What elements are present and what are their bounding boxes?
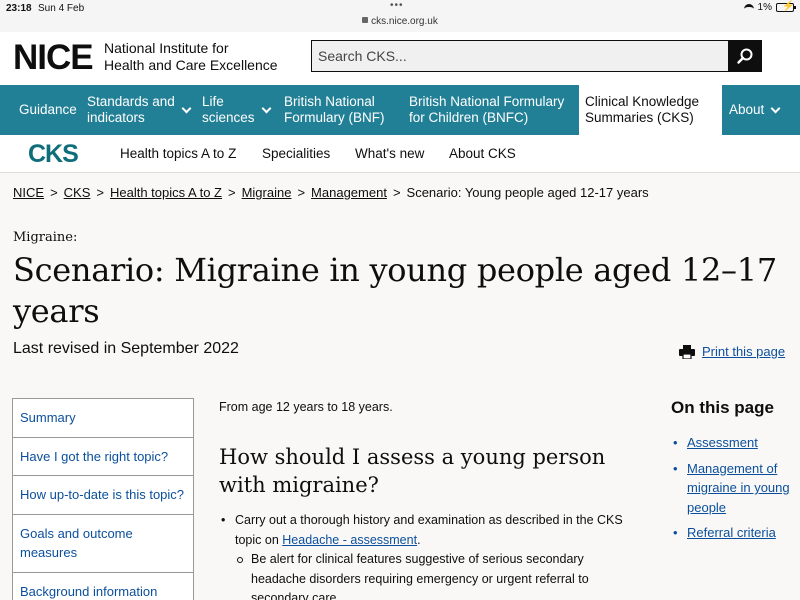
search-box bbox=[311, 40, 762, 72]
breadcrumb-separator: > bbox=[297, 185, 306, 200]
chevron-down-icon bbox=[770, 103, 781, 113]
nav-standards-line2: indicators bbox=[87, 110, 145, 125]
side-menu: Summary Have I got the right topic? How … bbox=[12, 398, 194, 600]
side-menu-background[interactable]: Background information bbox=[13, 573, 193, 600]
breadcrumb-current: Scenario: Young people aged 12-17 years bbox=[406, 185, 649, 200]
nav-cks[interactable]: Clinical Knowledge Summaries (CKS) bbox=[579, 85, 722, 135]
page-eyebrow: Migraine: bbox=[13, 230, 78, 245]
page-title: Scenario: Migraine in young people aged … bbox=[13, 251, 777, 330]
primary-nav: Guidance Standards and indicators Life sci… bbox=[0, 85, 800, 135]
nav-bnfc-line1: British National Formulary bbox=[409, 94, 565, 109]
cks-link-whats-new[interactable]: What's new bbox=[355, 146, 424, 161]
org-line-2: Health and Care Excellence bbox=[104, 57, 278, 73]
breadcrumb-nice[interactable]: NICE bbox=[13, 185, 44, 200]
side-menu-goals[interactable]: Goals and outcome measures bbox=[13, 515, 193, 573]
intro-text: From age 12 years to 18 years. bbox=[219, 400, 393, 414]
nav-bnfc-line2: for Children (BNFC) bbox=[409, 110, 529, 125]
nav-guidance[interactable]: Guidance bbox=[19, 85, 77, 135]
battery-icon: ⚡ bbox=[776, 1, 796, 12]
nav-life-line1: Life bbox=[202, 94, 224, 109]
side-menu-summary[interactable]: Summary bbox=[13, 399, 193, 438]
bullet-end: . bbox=[417, 532, 421, 547]
nav-bnf-line1: British National bbox=[284, 94, 375, 109]
otp-link-management[interactable]: Management of migraine in young people bbox=[687, 461, 790, 515]
search-input[interactable] bbox=[312, 41, 728, 71]
on-this-page-list: Assessment Management of migraine in you… bbox=[671, 433, 791, 549]
nav-about-label: About bbox=[729, 102, 765, 117]
last-revised: Last revised in September 2022 bbox=[13, 340, 239, 357]
chevron-down-icon bbox=[181, 103, 192, 113]
nav-bnf-line2: Formulary (BNF) bbox=[284, 110, 385, 125]
section-heading: How should I assess a young person with … bbox=[219, 445, 606, 497]
status-bar: 23:18 Sun 4 Feb ••• cks.nice.org.uk 1% ⚡ bbox=[0, 0, 800, 32]
nav-standards[interactable]: Standards and indicators bbox=[87, 85, 192, 135]
headache-assessment-link[interactable]: Headache - assessment bbox=[282, 533, 417, 547]
print-page-link[interactable]: Print this page bbox=[679, 344, 785, 359]
cks-link-health-topics[interactable]: Health topics A to Z bbox=[120, 146, 236, 161]
assessment-list: Carry out a thorough history and examina… bbox=[219, 511, 639, 600]
nav-life-line2: sciences bbox=[202, 110, 255, 125]
breadcrumb-health-topics[interactable]: Health topics A to Z bbox=[110, 185, 222, 200]
wifi-icon bbox=[743, 3, 754, 12]
sub-list-item: Be alert for clinical features suggestiv… bbox=[219, 550, 639, 600]
site-header: NICE National Institute for Health and C… bbox=[0, 32, 800, 85]
side-menu-up-to-date[interactable]: How up-to-date is this topic? bbox=[13, 476, 193, 515]
cks-link-specialities[interactable]: Specialities bbox=[262, 146, 330, 161]
cks-logo-text: CKS bbox=[28, 140, 78, 168]
status-time: 23:18 bbox=[6, 3, 32, 14]
breadcrumb: NICE > CKS > Health topics A to Z > Migraine > M… bbox=[13, 185, 649, 200]
printer-icon bbox=[679, 344, 695, 359]
cks-logo[interactable]: CKS bbox=[26, 138, 94, 168]
nav-cks-line2: Summaries (CKS) bbox=[585, 110, 694, 125]
search-icon bbox=[736, 48, 752, 64]
otp-link-referral[interactable]: Referral criteria bbox=[687, 525, 776, 540]
nav-life-sciences[interactable]: Life sciences bbox=[202, 85, 271, 135]
nav-cks-line1: Clinical Knowledge bbox=[585, 94, 700, 109]
search-button[interactable] bbox=[728, 41, 761, 71]
nav-bnfc[interactable]: British National Formulary for Children (… bbox=[409, 85, 564, 135]
status-right: 1% ⚡ bbox=[743, 1, 796, 13]
more-dots-icon[interactable]: ••• bbox=[390, 0, 404, 11]
cks-nav: CKS Health topics A to Z Specialities Wh… bbox=[0, 135, 800, 173]
nav-guidance-label: Guidance bbox=[19, 102, 77, 117]
list-item: Assessment bbox=[671, 433, 791, 453]
otp-link-assessment[interactable]: Assessment bbox=[687, 435, 758, 450]
chevron-down-icon bbox=[261, 103, 271, 113]
breadcrumb-separator: > bbox=[392, 185, 401, 200]
breadcrumb-separator: > bbox=[50, 185, 58, 200]
url-text: cks.nice.org.uk bbox=[371, 16, 438, 27]
lock-icon bbox=[362, 17, 369, 24]
battery-percent: 1% bbox=[757, 2, 772, 13]
breadcrumb-separator: > bbox=[96, 185, 104, 200]
breadcrumb-cks[interactable]: CKS bbox=[64, 185, 91, 200]
nav-about[interactable]: About bbox=[729, 85, 781, 135]
status-date: Sun 4 Feb bbox=[38, 3, 85, 14]
nice-logo[interactable]: NICE bbox=[13, 38, 94, 78]
breadcrumb-migraine[interactable]: Migraine bbox=[242, 185, 292, 200]
nav-bnf[interactable]: British National Formulary (BNF) bbox=[284, 85, 385, 135]
list-item: Management of migraine in young people bbox=[671, 459, 791, 518]
on-this-page-title: On this page bbox=[671, 398, 774, 417]
print-page-label[interactable]: Print this page bbox=[702, 344, 785, 359]
org-line-1: National Institute for bbox=[104, 40, 229, 56]
address-bar[interactable]: cks.nice.org.uk bbox=[0, 16, 800, 27]
list-item: Carry out a thorough history and examina… bbox=[219, 511, 639, 550]
list-item: Referral criteria bbox=[671, 523, 791, 543]
side-menu-right-topic[interactable]: Have I got the right topic? bbox=[13, 438, 193, 476]
breadcrumb-separator: > bbox=[228, 185, 236, 200]
nice-org-name[interactable]: National Institute for Health and Care E… bbox=[104, 40, 278, 74]
cks-link-about[interactable]: About CKS bbox=[449, 146, 516, 161]
nav-standards-line1: Standards and bbox=[87, 94, 175, 109]
breadcrumb-management[interactable]: Management bbox=[311, 185, 387, 200]
